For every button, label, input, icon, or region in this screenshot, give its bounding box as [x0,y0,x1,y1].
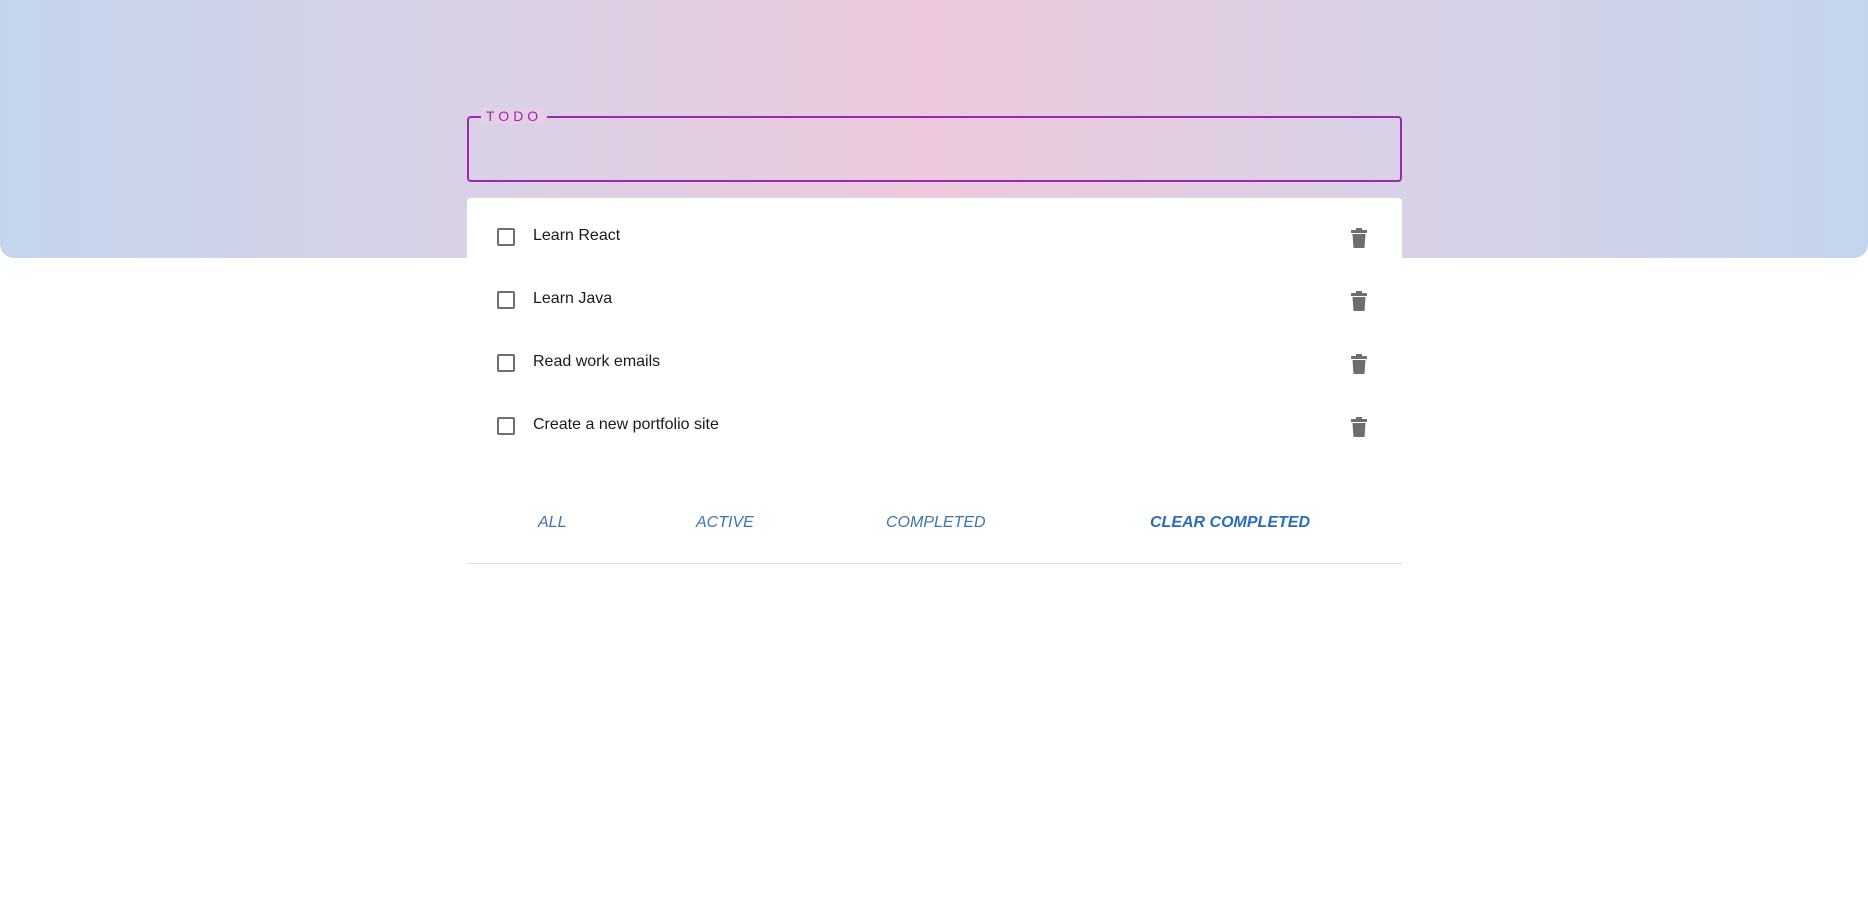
filter-bar: ALL ACTIVE COMPLETED CLEAR COMPLETED [467,514,1402,534]
todo-text: Create a new portfolio site [533,416,719,433]
filter-all-button[interactable]: ALL [538,514,566,532]
todo-item: Learn Java [467,269,1402,332]
delete-button[interactable] [1345,224,1373,252]
delete-button[interactable] [1345,413,1373,441]
todo-text: Learn Java [533,290,613,307]
trash-icon [1351,354,1367,374]
todo-text: Learn React [533,227,621,244]
clear-completed-button[interactable]: CLEAR COMPLETED [1150,514,1310,532]
trash-icon [1351,228,1367,248]
filter-completed-button[interactable]: COMPLETED [886,514,986,532]
delete-button[interactable] [1345,287,1373,315]
todo-checkbox[interactable] [497,291,515,309]
delete-button[interactable] [1345,350,1373,378]
trash-icon [1351,417,1367,437]
todo-checkbox[interactable] [497,228,515,246]
todo-text: Read work emails [533,353,661,370]
todo-input[interactable] [483,132,1387,166]
todo-card: Learn React Learn Java Read work emails … [467,198,1402,564]
todo-input-label: TODO [481,108,548,124]
todo-input-field[interactable]: TODO [467,108,1402,182]
todo-item: Read work emails [467,332,1402,395]
todo-list: Learn React Learn Java Read work emails … [467,206,1402,458]
todo-item: Learn React [467,206,1402,269]
todo-checkbox[interactable] [497,354,515,372]
todo-item: Create a new portfolio site [467,395,1402,458]
todo-checkbox[interactable] [497,417,515,435]
filter-active-button[interactable]: ACTIVE [696,514,754,532]
trash-icon [1351,291,1367,311]
